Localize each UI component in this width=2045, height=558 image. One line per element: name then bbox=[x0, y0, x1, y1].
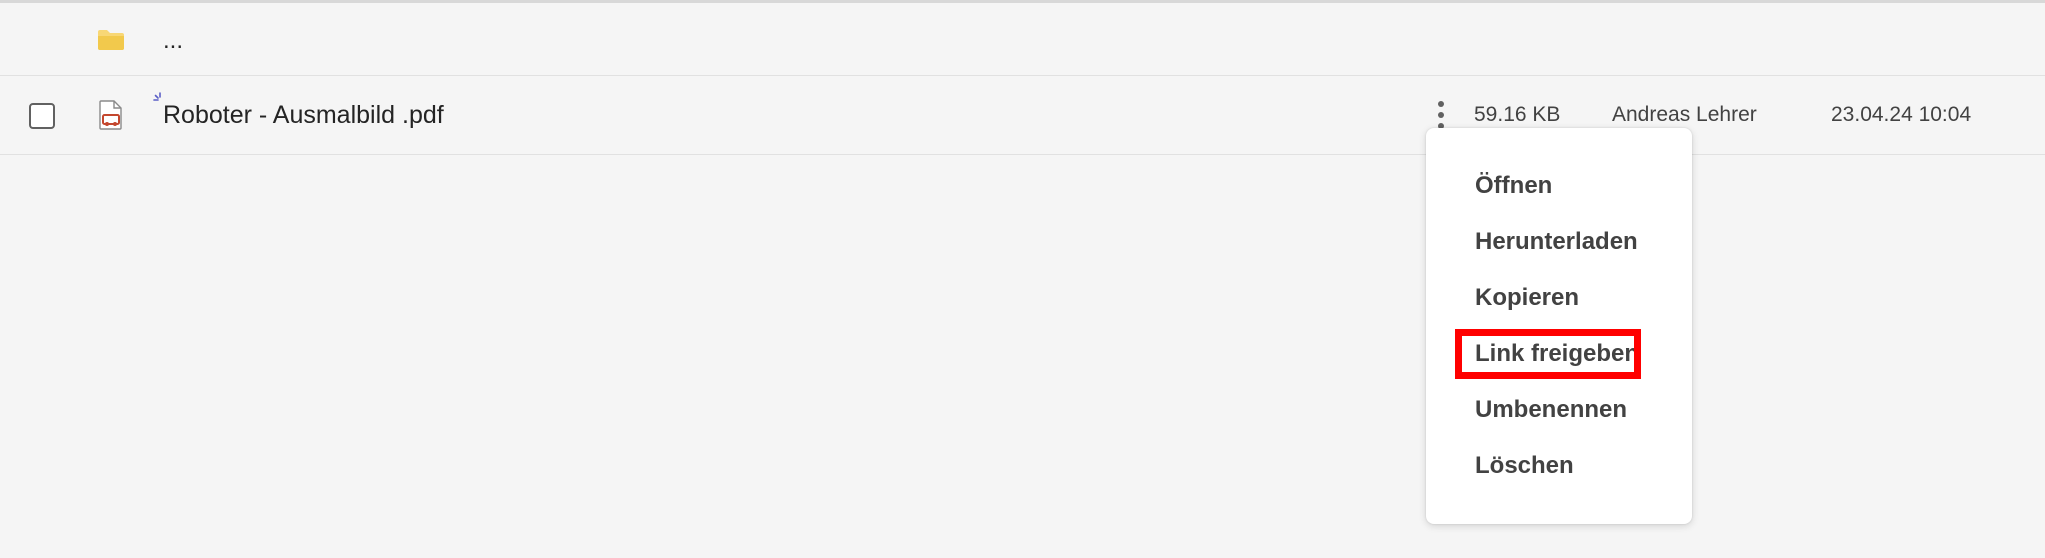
menu-item-label: Kopieren bbox=[1475, 284, 1580, 311]
file-size: 59.16 KB bbox=[1474, 103, 1561, 126]
parent-folder-label: ... bbox=[163, 27, 184, 54]
menu-item-download[interactable]: Herunterladen bbox=[1426, 216, 1692, 268]
file-owner: Andreas Lehrer bbox=[1612, 103, 1757, 126]
menu-item-delete[interactable]: Löschen bbox=[1426, 440, 1692, 492]
file-row[interactable]: Roboter - Ausmalbild .pdf 59.16 KB Andre… bbox=[0, 76, 2045, 155]
file-name[interactable]: Roboter - Ausmalbild .pdf bbox=[163, 100, 444, 130]
parent-folder-row[interactable]: ... bbox=[0, 3, 2045, 76]
menu-item-share-link[interactable]: Link freigeben bbox=[1426, 328, 1692, 380]
file-browser: ... Roboter - Ausmalbild .pdf 59.16 KB A… bbox=[0, 0, 2045, 558]
more-dot bbox=[1438, 112, 1444, 118]
folder-icon bbox=[98, 30, 124, 50]
menu-item-label: Link freigeben bbox=[1475, 340, 1640, 367]
menu-item-label: Umbenennen bbox=[1475, 396, 1628, 423]
pdf-file-icon bbox=[99, 100, 122, 130]
menu-item-open[interactable]: Öffnen bbox=[1426, 160, 1692, 212]
context-menu: Öffnen Herunterladen Kopieren Link freig… bbox=[1426, 128, 1692, 524]
more-dot bbox=[1438, 101, 1444, 107]
menu-item-label: Löschen bbox=[1475, 452, 1574, 479]
file-modified-date: 23.04.24 10:04 bbox=[1831, 103, 1972, 126]
menu-item-label: Herunterladen bbox=[1475, 228, 1638, 255]
menu-item-rename[interactable]: Umbenennen bbox=[1426, 384, 1692, 436]
menu-item-label: Öffnen bbox=[1475, 172, 1553, 199]
menu-item-copy[interactable]: Kopieren bbox=[1426, 272, 1692, 324]
more-options-button[interactable] bbox=[1428, 98, 1454, 132]
file-select-checkbox[interactable] bbox=[29, 103, 55, 129]
